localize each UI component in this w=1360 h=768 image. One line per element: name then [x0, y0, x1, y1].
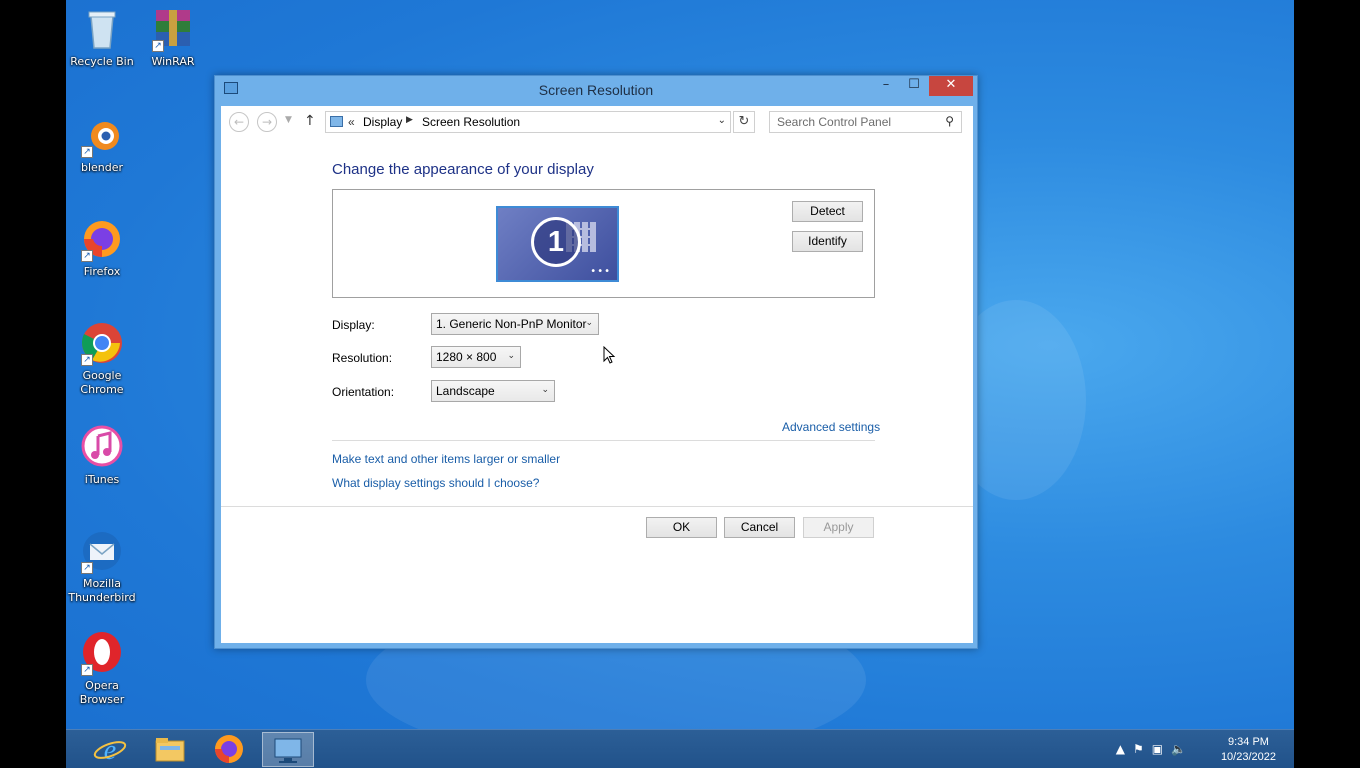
action-center-flag-icon[interactable]: ⚑	[1133, 742, 1152, 756]
blender-icon: ↗	[79, 112, 125, 158]
display-settings-help-link[interactable]: What display settings should I choose?	[332, 476, 539, 490]
resolution-select[interactable]: 1280 × 800 ⌄	[431, 346, 521, 368]
clock-date: 10/23/2022	[1220, 751, 1276, 763]
window-client-area: ← → ▼ ↑ « Display ▶ Screen Resolution ⌄ …	[221, 106, 973, 643]
recycle-bin-icon	[79, 6, 125, 52]
arrow-up-icon: ↑	[304, 113, 316, 129]
desktop-icon-recycle-bin[interactable]: Recycle Bin	[66, 6, 138, 69]
breadcrumb-separator-icon[interactable]: ▶	[406, 114, 413, 125]
address-dropdown-icon[interactable]: ⌄	[718, 115, 726, 126]
chevron-down-icon: ⌄	[585, 317, 593, 327]
chevron-down-icon: ⌄	[507, 350, 515, 360]
desktop-icon-label: Firefox	[83, 265, 121, 278]
monitor-number: 1	[531, 217, 581, 267]
taskbar-file-explorer[interactable]	[144, 732, 196, 767]
desktop-icon-label: blender	[80, 161, 124, 174]
divider	[332, 440, 875, 441]
thunderbird-icon: ↗	[79, 528, 125, 574]
resolution-label: Resolution:	[332, 351, 393, 365]
window-title: Screen Resolution	[538, 82, 654, 98]
navigation-bar: ← → ▼ ↑ « Display ▶ Screen Resolution ⌄ …	[221, 106, 973, 138]
refresh-button[interactable]: ↻	[733, 111, 755, 133]
desktop-icon-opera[interactable]: ↗ Opera Browser	[66, 630, 138, 707]
display-label: Display:	[332, 318, 375, 332]
monitor-1[interactable]: 1 •••	[496, 206, 619, 282]
detect-button[interactable]: Detect	[792, 201, 863, 222]
desktop-icon-thunderbird[interactable]: ↗ Mozilla Thunderbird	[66, 528, 138, 605]
clock-time: 9:34 PM	[1227, 736, 1269, 748]
firefox-icon: ↗	[79, 216, 125, 262]
chevron-down-icon: ▼	[285, 115, 292, 125]
show-hidden-icons-icon[interactable]: ▲	[1116, 742, 1133, 756]
desktop-icon-winrar[interactable]: ↗ WinRAR	[137, 6, 209, 69]
display-select[interactable]: 1. Generic Non-PnP Monitor ⌄	[431, 313, 599, 335]
apply-button[interactable]: Apply	[803, 517, 874, 538]
arrow-left-icon: ←	[233, 115, 245, 129]
resolution-select-value: 1280 × 800	[436, 350, 497, 364]
breadcrumb-screen-resolution[interactable]: Screen Resolution	[422, 115, 520, 129]
divider	[221, 506, 973, 507]
taskbar: e ▲⚑▣🔈 9:34 PM 10/23/2022	[66, 729, 1294, 768]
desktop: Recycle Bin ↗ WinRAR ↗ blender ↗ Firefox…	[66, 0, 1294, 768]
minimize-button[interactable]: –	[873, 76, 899, 96]
desktop-icon-label: Google Chrome	[80, 369, 124, 396]
opera-icon: ↗	[79, 630, 125, 676]
search-input[interactable]: Search Control Panel ⚲	[769, 111, 962, 133]
page-title: Change the appearance of your display	[332, 161, 594, 178]
volume-icon[interactable]: 🔈	[1171, 742, 1194, 756]
refresh-icon: ↻	[738, 114, 750, 129]
text-size-link[interactable]: Make text and other items larger or smal…	[332, 452, 560, 466]
taskbar-firefox[interactable]	[203, 732, 255, 767]
clock[interactable]: 9:34 PM 10/23/2022	[1221, 735, 1276, 765]
system-tray: ▲⚑▣🔈	[1116, 742, 1194, 756]
internet-explorer-icon: e	[93, 735, 127, 766]
chrome-icon: ↗	[79, 320, 125, 366]
cancel-button[interactable]: Cancel	[724, 517, 795, 538]
search-placeholder: Search Control Panel	[777, 115, 892, 129]
maximize-button[interactable]: ☐	[901, 76, 927, 96]
arrow-right-icon: →	[261, 115, 273, 129]
monitor-dots-icon: •••	[590, 266, 611, 277]
search-icon[interactable]: ⚲	[945, 114, 954, 128]
address-bar[interactable]: « Display ▶ Screen Resolution ⌄	[325, 111, 731, 133]
orientation-label: Orientation:	[332, 385, 395, 399]
title-bar[interactable]: Screen Resolution – ☐ ✕	[215, 76, 977, 106]
desktop-icon-label: WinRAR	[151, 55, 195, 68]
forward-button[interactable]: →	[257, 112, 277, 132]
desktop-icon-firefox[interactable]: ↗ Firefox	[66, 216, 138, 279]
desktop-icon-blender[interactable]: ↗ blender	[66, 112, 138, 175]
firefox-icon	[215, 735, 243, 763]
chevron-down-icon: ⌄	[541, 384, 549, 394]
back-button[interactable]: ←	[229, 112, 249, 132]
display-icon	[330, 116, 343, 127]
network-icon[interactable]: ▣	[1152, 742, 1171, 756]
desktop-icon-itunes[interactable]: iTunes	[66, 424, 138, 487]
breadcrumb-overflow[interactable]: «	[348, 115, 355, 129]
file-explorer-icon	[155, 738, 185, 762]
desktop-icon-label: Recycle Bin	[70, 55, 134, 68]
breadcrumb-display[interactable]: Display	[363, 115, 402, 129]
screen-resolution-window: Screen Resolution – ☐ ✕ ← → ▼ ↑ « Displa…	[214, 75, 978, 649]
screen-resolution-icon	[274, 738, 302, 763]
display-select-value: 1. Generic Non-PnP Monitor	[436, 317, 587, 331]
recent-locations-button[interactable]: ▼	[285, 115, 292, 125]
itunes-icon	[79, 424, 125, 470]
orientation-select[interactable]: Landscape ⌄	[431, 380, 555, 402]
mouse-cursor-icon	[603, 346, 616, 364]
taskbar-screen-resolution[interactable]	[262, 732, 314, 767]
desktop-icon-label: iTunes	[84, 473, 120, 486]
orientation-select-value: Landscape	[436, 384, 495, 398]
monitor-arrangement-area: 1 ••• Detect Identify	[332, 189, 875, 298]
up-button[interactable]: ↑	[304, 113, 316, 129]
ok-button[interactable]: OK	[646, 517, 717, 538]
identify-button[interactable]: Identify	[792, 231, 863, 252]
winrar-icon: ↗	[150, 6, 196, 52]
desktop-icon-label: Mozilla Thunderbird	[68, 577, 136, 604]
advanced-settings-link[interactable]: Advanced settings	[782, 420, 880, 434]
close-button[interactable]: ✕	[929, 76, 973, 96]
taskbar-internet-explorer[interactable]: e	[84, 732, 136, 767]
desktop-icon-label: Opera Browser	[79, 679, 125, 706]
svg-text:e: e	[104, 735, 116, 766]
desktop-icon-chrome[interactable]: ↗ Google Chrome	[66, 320, 138, 397]
